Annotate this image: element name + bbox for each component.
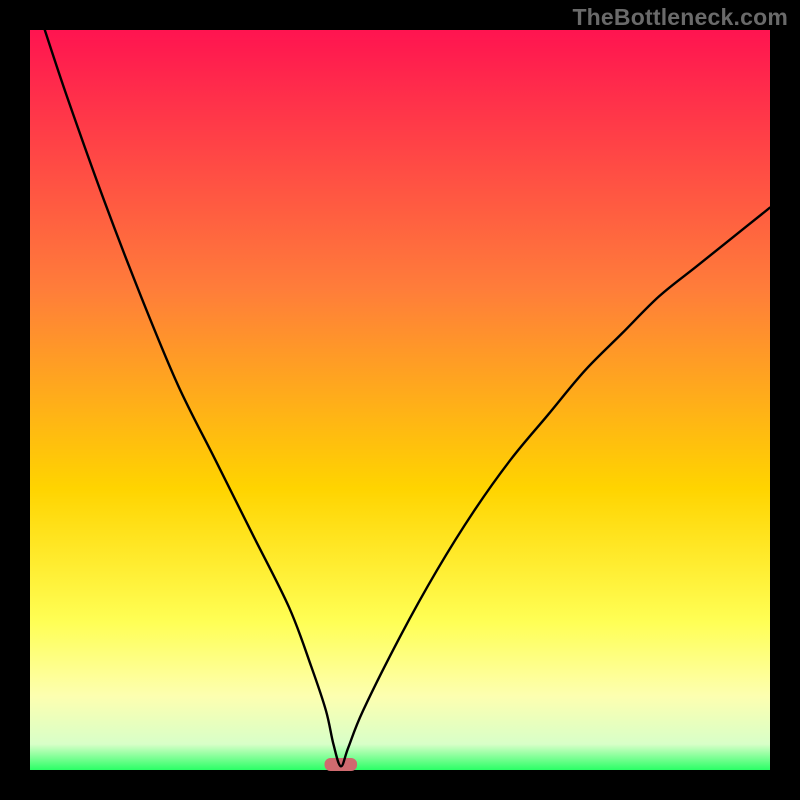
watermark-text: TheBottleneck.com [572, 4, 788, 31]
plot-background [30, 30, 770, 770]
bottleneck-chart [0, 0, 800, 800]
bottleneck-marker [325, 758, 358, 771]
